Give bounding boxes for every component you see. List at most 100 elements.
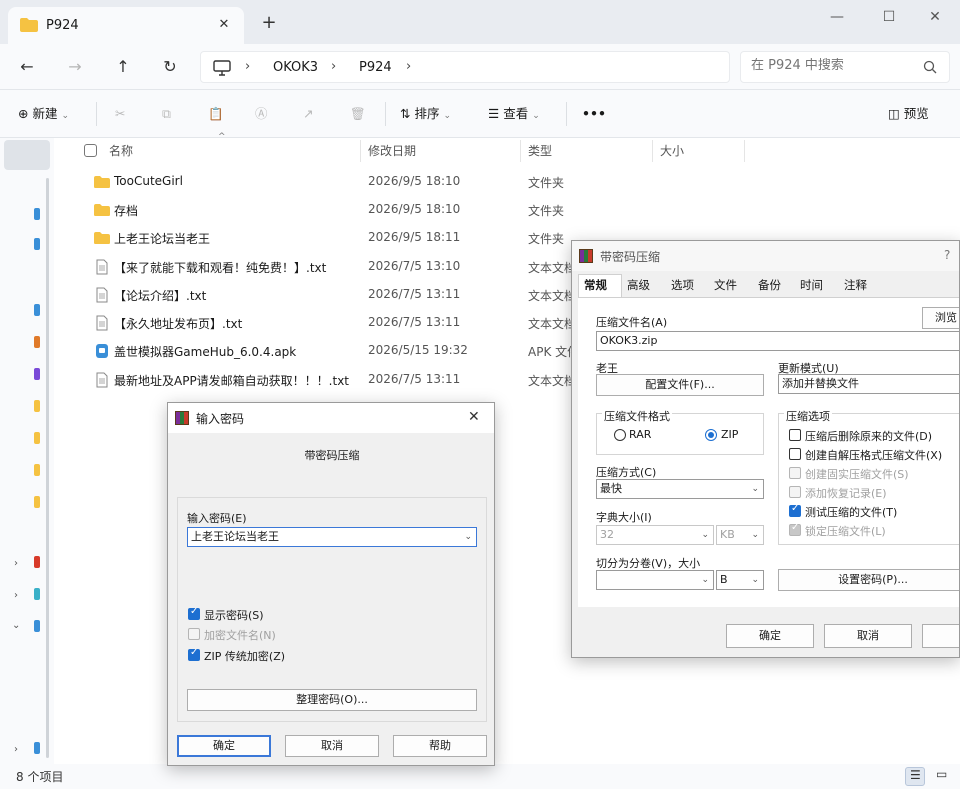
rename-icon[interactable]: Ⓐ <box>255 102 268 126</box>
new-tab-button[interactable]: + <box>258 12 280 34</box>
maximize-button[interactable]: ☐ <box>866 6 912 28</box>
archive-cancel-button[interactable]: 取消 <box>824 624 912 648</box>
column-divider[interactable] <box>520 140 521 162</box>
address-field[interactable]: › OKOK3 › P924 › <box>200 51 730 83</box>
up-button[interactable]: ↑ <box>110 54 136 80</box>
lock-archive-checkbox[interactable] <box>789 522 801 536</box>
chevron-right-icon[interactable]: › <box>14 558 18 569</box>
chevron-down-icon[interactable]: ⌄ <box>12 620 20 631</box>
tab-comment[interactable]: 注释 <box>844 277 867 293</box>
nav-item-icon[interactable] <box>34 588 40 600</box>
sfx-checkbox[interactable] <box>789 448 801 460</box>
close-icon[interactable]: ✕ <box>468 409 480 425</box>
delete-icon[interactable]: 🗑 <box>350 102 366 126</box>
chevron-right-icon[interactable]: › <box>14 744 18 755</box>
folder-icon <box>94 232 110 244</box>
solid-checkbox[interactable] <box>789 467 801 479</box>
nav-item-icon[interactable] <box>34 336 40 348</box>
password-input[interactable]: 上老王论坛当老王 ⌄ <box>187 527 477 547</box>
close-window-button[interactable]: ✕ <box>912 6 958 28</box>
password-help-button[interactable]: 帮助 <box>393 735 487 757</box>
back-button[interactable]: ← <box>14 54 40 80</box>
view-button[interactable]: ☰ 查看 ⌄ <box>488 102 540 126</box>
column-divider[interactable] <box>652 140 653 162</box>
organize-passwords-button[interactable]: 整理密码(O)... <box>187 689 477 711</box>
encrypt-names-checkbox[interactable] <box>188 628 200 640</box>
profiles-button[interactable]: 配置文件(F)... <box>596 374 764 396</box>
nav-item-icon[interactable] <box>34 238 40 250</box>
show-password-checkbox[interactable] <box>188 606 200 620</box>
search-input[interactable] <box>751 58 911 73</box>
share-icon[interactable]: ↗ <box>303 102 313 126</box>
select-all-checkbox[interactable] <box>84 144 97 157</box>
test-files-checkbox[interactable] <box>789 503 801 517</box>
method-select[interactable]: 最快 ⌄ <box>596 479 764 499</box>
column-name[interactable]: 名称 <box>109 142 133 159</box>
nav-item-icon[interactable] <box>34 368 40 380</box>
nav-item-icon[interactable] <box>34 464 40 476</box>
column-date[interactable]: 修改日期 <box>368 142 416 159</box>
update-mode-select[interactable]: 添加并替换文件 <box>778 374 959 394</box>
tiles-view-button[interactable]: ▭ <box>932 767 952 786</box>
nav-item-icon[interactable] <box>34 556 40 568</box>
archive-help-button[interactable]: 帮助 <box>922 624 959 648</box>
split-size-input[interactable]: ⌄ <box>596 570 714 590</box>
sort-button[interactable]: ⇅ 排序 ⌄ <box>400 102 451 126</box>
forward-button[interactable]: → <box>62 54 88 80</box>
tab-bar: P924 ✕ + — ☐ ✕ <box>0 0 960 44</box>
cut-icon[interactable]: ✂ <box>115 102 125 126</box>
more-options-button[interactable]: ••• <box>582 102 606 126</box>
browse-button[interactable]: 浏览(B)... <box>922 307 959 344</box>
tab-time[interactable]: 时间 <box>800 277 823 293</box>
breadcrumb-p924[interactable]: P924 <box>359 60 392 75</box>
archive-ok-button[interactable]: 确定 <box>726 624 814 648</box>
dict-unit-select[interactable]: KB ⌄ <box>716 525 764 545</box>
file-row[interactable]: TooCuteGirl 2026/9/5 18:10 文件夹 <box>54 168 960 196</box>
tab-files[interactable]: 文件 <box>714 277 737 293</box>
nav-item-icon[interactable] <box>34 400 40 412</box>
refresh-button[interactable]: ↻ <box>157 54 183 80</box>
password-dialog-titlebar[interactable]: 输入密码 ✕ <box>168 403 494 433</box>
preview-button[interactable]: ◫ 预览 <box>888 102 929 126</box>
help-icon[interactable]: ? <box>944 248 950 262</box>
close-tab-icon[interactable]: ✕ <box>214 15 234 35</box>
tab-general[interactable]: 常规 <box>584 277 607 293</box>
password-cancel-button[interactable]: 取消 <box>285 735 379 757</box>
minimize-button[interactable]: — <box>814 6 860 28</box>
breadcrumb-okok3[interactable]: OKOK3 <box>273 60 318 75</box>
nav-selected-item[interactable] <box>4 140 50 170</box>
file-row[interactable]: 存档 2026/9/5 18:10 文件夹 <box>54 196 960 224</box>
nav-item-icon[interactable] <box>34 620 40 632</box>
nav-item-icon[interactable] <box>34 304 40 316</box>
password-ok-button[interactable]: 确定 <box>177 735 271 757</box>
delete-after-checkbox[interactable] <box>789 429 801 441</box>
tab-backup[interactable]: 备份 <box>758 277 781 293</box>
nav-item-icon[interactable] <box>34 432 40 444</box>
tab-advanced[interactable]: 高级 <box>627 277 650 293</box>
paste-icon[interactable]: 📋 <box>208 102 224 126</box>
chevron-right-icon[interactable]: › <box>14 590 18 601</box>
details-view-button[interactable]: ☰ <box>905 767 925 786</box>
dict-size-select[interactable]: 32 ⌄ <box>596 525 714 545</box>
column-divider[interactable] <box>360 140 361 162</box>
archive-name-input[interactable]: OKOK3.zip <box>596 331 959 351</box>
nav-item-icon[interactable] <box>34 208 40 220</box>
column-type[interactable]: 类型 <box>528 142 552 159</box>
column-size[interactable]: 大小 <box>660 142 684 159</box>
nav-item-icon[interactable] <box>34 742 40 754</box>
copy-icon[interactable]: ⧉ <box>162 102 171 126</box>
recovery-checkbox[interactable] <box>789 486 801 498</box>
tab-options[interactable]: 选项 <box>671 277 694 293</box>
split-unit-select[interactable]: B ⌄ <box>716 570 764 590</box>
zip-legacy-checkbox[interactable] <box>188 647 200 661</box>
format-rar-radio[interactable] <box>614 429 626 441</box>
tab-p924[interactable]: P924 ✕ <box>8 7 244 44</box>
set-password-button[interactable]: 设置密码(P)... <box>778 569 959 591</box>
nav-scrollbar[interactable] <box>46 178 49 758</box>
nav-item-icon[interactable] <box>34 496 40 508</box>
search-box[interactable] <box>740 51 950 83</box>
column-divider[interactable] <box>744 140 745 162</box>
format-zip-radio[interactable] <box>705 429 717 441</box>
new-button[interactable]: ⊕ 新建 ⌄ <box>18 102 69 126</box>
archive-dialog-titlebar[interactable]: 带密码压缩 ? <box>572 241 959 271</box>
